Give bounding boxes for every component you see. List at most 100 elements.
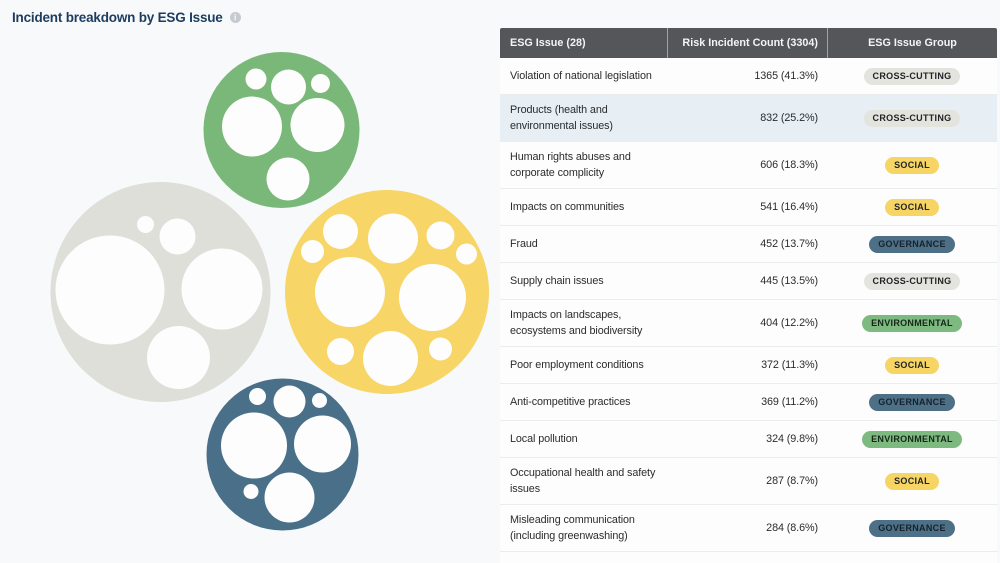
- table-row[interactable]: Occupational health and safety issues287…: [500, 458, 997, 505]
- issue-group-cell: GOVERNANCE: [827, 513, 997, 544]
- table-row[interactable]: Impacts on communities541 (16.4%) SOCIAL: [500, 189, 997, 226]
- bubble-issue-circle[interactable]: [244, 484, 259, 499]
- esg-issue-cell: Products (health and environmental issue…: [500, 95, 667, 141]
- issue-group-badge: ENVIRONMENTAL: [862, 431, 962, 448]
- issue-group-cell: SOCIAL: [827, 350, 997, 381]
- bubble-issue-circle[interactable]: [429, 338, 452, 361]
- issue-group-cell: SOCIAL: [827, 192, 997, 223]
- issue-group-badge: SOCIAL: [885, 157, 939, 174]
- info-icon[interactable]: i: [230, 12, 241, 23]
- bubble-issue-circle[interactable]: [368, 214, 418, 264]
- bubble-issue-circle[interactable]: [182, 249, 263, 330]
- bubble-issue-circle[interactable]: [271, 70, 306, 105]
- panel-header: Incident breakdown by ESG Issue i: [12, 10, 241, 25]
- bubble-issue-circle[interactable]: [56, 236, 165, 345]
- esg-issue-cell: Supply chain issues: [500, 266, 667, 296]
- page-title: Incident breakdown by ESG Issue: [12, 10, 223, 25]
- bubble-issue-circle[interactable]: [137, 216, 154, 233]
- issue-group-cell: CROSS-CUTTING: [827, 61, 997, 92]
- bubble-issue-circle[interactable]: [327, 338, 354, 365]
- table-row[interactable]: Impacts on landscapes, ecosystems and bi…: [500, 300, 997, 347]
- issue-group-cell: SOCIAL: [827, 466, 997, 497]
- table-body: Violation of national legislation1365 (4…: [500, 58, 997, 563]
- issue-group-cell: CROSS-CUTTING: [827, 103, 997, 134]
- issue-group-cell: GOVERNANCE: [827, 229, 997, 260]
- bubble-issue-circle[interactable]: [456, 244, 477, 265]
- bubble-issue-circle[interactable]: [147, 326, 210, 389]
- issue-group-cell: CROSS-CUTTING: [827, 266, 997, 297]
- column-header-risk-incident-count[interactable]: Risk Incident Count (3304): [667, 28, 827, 58]
- table-row[interactable]: Products (health and environmental issue…: [500, 95, 997, 142]
- incident-count-cell: 452 (13.7%): [667, 229, 827, 259]
- incident-count-cell: 369 (11.2%): [667, 387, 827, 417]
- esg-issue-cell: Anti-competitive practices: [500, 387, 667, 417]
- table-row[interactable]: Misleading communication (including gree…: [500, 505, 997, 552]
- esg-issue-cell: Local pollution: [500, 424, 667, 454]
- bubble-issue-circle[interactable]: [315, 257, 385, 327]
- bubble-issue-circle[interactable]: [249, 388, 266, 405]
- incident-count-cell: 404 (12.2%): [667, 308, 827, 338]
- table-row[interactable]: Violation of national legislation1365 (4…: [500, 58, 997, 95]
- bubble-issue-circle[interactable]: [221, 413, 287, 479]
- bubble-packing-chart: [0, 0, 500, 563]
- issue-group-badge: GOVERNANCE: [869, 236, 955, 253]
- column-header-esg-issue-group[interactable]: ESG Issue Group: [827, 28, 997, 58]
- esg-issue-cell: Poor employment conditions: [500, 350, 667, 380]
- issue-group-cell: SOCIAL: [827, 150, 997, 181]
- issue-group-badge: SOCIAL: [885, 199, 939, 216]
- incident-count-cell: 1365 (41.3%): [667, 61, 827, 91]
- incident-count-cell: 372 (11.3%): [667, 350, 827, 380]
- bubble-issue-circle[interactable]: [363, 331, 418, 386]
- bubble-issue-circle[interactable]: [301, 240, 324, 263]
- column-header-esg-issue[interactable]: ESG Issue (28): [500, 28, 667, 58]
- bubble-issue-circle[interactable]: [399, 264, 466, 331]
- incident-count-cell: 606 (18.3%): [667, 150, 827, 180]
- bubble-issue-circle[interactable]: [222, 97, 282, 157]
- table-row[interactable]: [500, 552, 997, 563]
- esg-issue-cell: Human rights abuses and corporate compli…: [500, 142, 667, 188]
- table-row[interactable]: Local pollution324 (9.8%) ENVIRONMENTAL: [500, 421, 997, 458]
- table-row[interactable]: Poor employment conditions372 (11.3%) SOC…: [500, 347, 997, 384]
- esg-issue-cell: Misleading communication (including gree…: [500, 505, 667, 551]
- incident-count-cell: 541 (16.4%): [667, 192, 827, 222]
- bubble-issue-circle[interactable]: [265, 473, 315, 523]
- esg-issue-cell: Impacts on communities: [500, 192, 667, 222]
- esg-issue-cell: Occupational health and safety issues: [500, 458, 667, 504]
- incident-count-cell: 284 (8.6%): [667, 513, 827, 543]
- esg-issue-cell: Impacts on landscapes, ecosystems and bi…: [500, 300, 667, 346]
- issue-group-badge: CROSS-CUTTING: [864, 110, 961, 127]
- issue-group-badge: SOCIAL: [885, 473, 939, 490]
- issue-group-badge: GOVERNANCE: [869, 520, 955, 537]
- bubble-issue-circle[interactable]: [312, 393, 327, 408]
- esg-issue-cell: Fraud: [500, 229, 667, 259]
- issue-group-cell: ENVIRONMENTAL: [827, 308, 997, 339]
- bubble-issue-circle[interactable]: [427, 222, 455, 250]
- table-row[interactable]: Fraud452 (13.7%) GOVERNANCE: [500, 226, 997, 263]
- issue-group-badge: SOCIAL: [885, 357, 939, 374]
- bubble-issue-circle[interactable]: [311, 74, 330, 93]
- esg-issue-cell: Violation of national legislation: [500, 61, 667, 91]
- bubble-issue-circle[interactable]: [291, 98, 345, 152]
- esg-issue-table: ESG Issue (28) Risk Incident Count (3304…: [500, 28, 997, 563]
- issue-group-badge: CROSS-CUTTING: [864, 273, 961, 290]
- table-row[interactable]: Anti-competitive practices369 (11.2%) GOV…: [500, 384, 997, 421]
- bubble-issue-circle[interactable]: [246, 69, 267, 90]
- table-header: ESG Issue (28) Risk Incident Count (3304…: [500, 28, 997, 58]
- incident-count-cell: 287 (8.7%): [667, 466, 827, 496]
- incident-count-cell: 324 (9.8%): [667, 424, 827, 454]
- table-row[interactable]: Supply chain issues445 (13.5%) CROSS-CUTT…: [500, 263, 997, 300]
- incident-count-cell: 445 (13.5%): [667, 266, 827, 296]
- table-row[interactable]: Human rights abuses and corporate compli…: [500, 142, 997, 189]
- issue-group-badge: ENVIRONMENTAL: [862, 315, 962, 332]
- bubble-issue-circle[interactable]: [323, 214, 358, 249]
- incident-breakdown-panel: Incident breakdown by ESG Issue i ESG Is…: [0, 0, 1000, 563]
- bubble-issue-circle[interactable]: [294, 416, 351, 473]
- issue-group-cell: ENVIRONMENTAL: [827, 424, 997, 455]
- bubble-issue-circle[interactable]: [160, 219, 196, 255]
- bubble-issue-circle[interactable]: [274, 386, 306, 418]
- issue-group-badge: GOVERNANCE: [869, 394, 955, 411]
- issue-group-cell: GOVERNANCE: [827, 387, 997, 418]
- issue-group-badge: CROSS-CUTTING: [864, 68, 961, 85]
- bubble-issue-circle[interactable]: [267, 158, 310, 201]
- incident-count-cell: 832 (25.2%): [667, 103, 827, 133]
